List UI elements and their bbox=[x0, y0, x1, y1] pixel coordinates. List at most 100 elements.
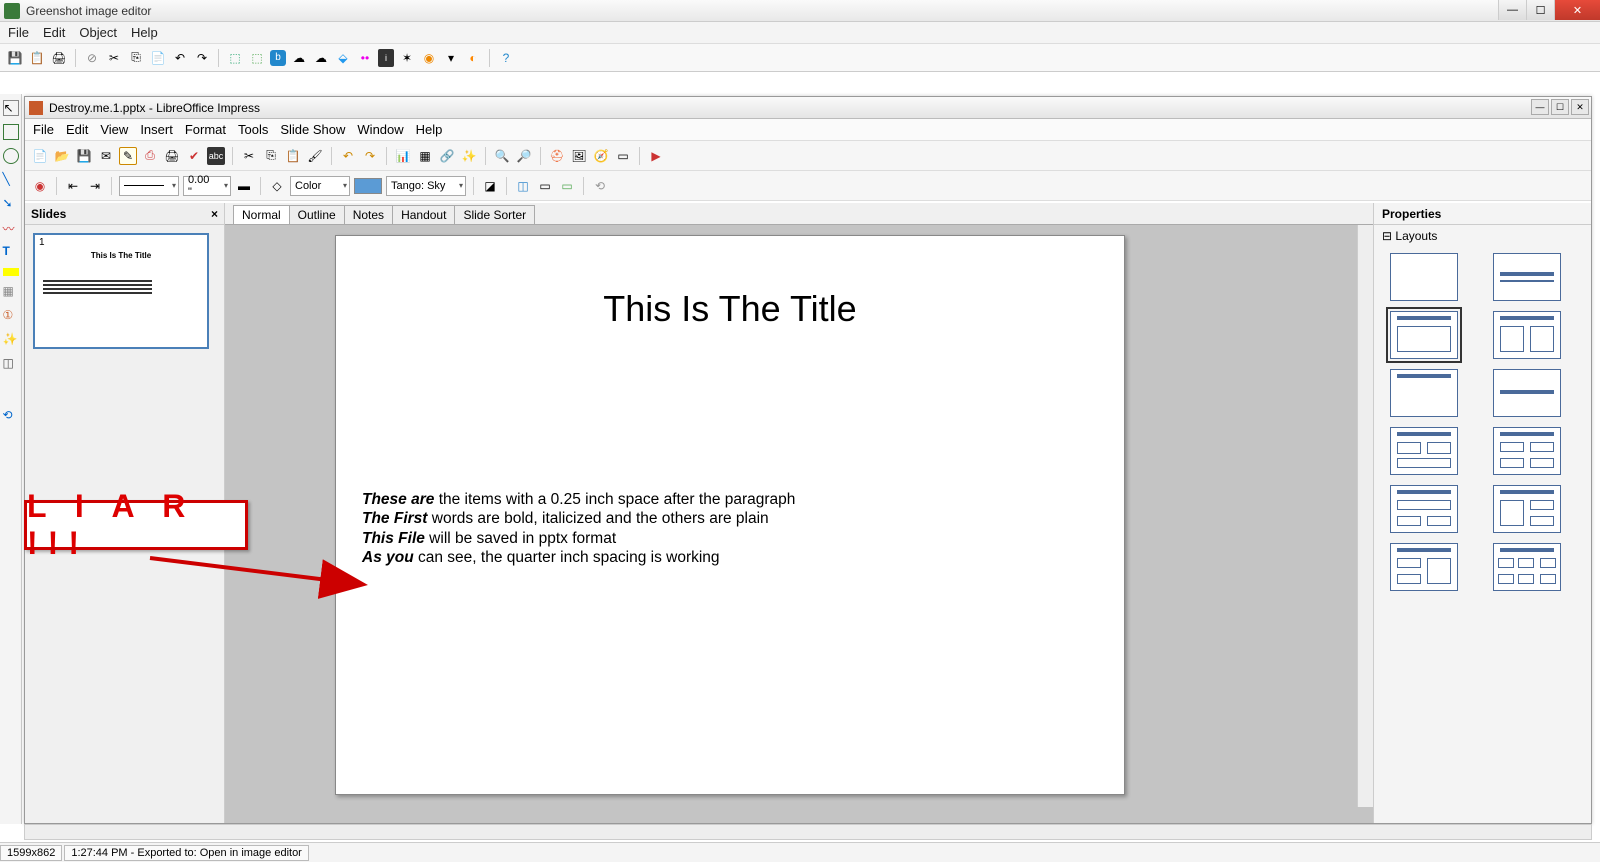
inner-maximize-button[interactable]: ☐ bbox=[1551, 99, 1569, 115]
slide-body-text[interactable]: These are the items with a 0.25 inch spa… bbox=[362, 490, 1098, 568]
layout-blank[interactable] bbox=[1390, 253, 1458, 301]
menu-tools[interactable]: Tools bbox=[238, 122, 268, 137]
tab-slide-sorter[interactable]: Slide Sorter bbox=[454, 205, 535, 224]
help-icon[interactable]: ⛑ bbox=[548, 147, 566, 165]
line-tool-icon[interactable]: ╲ bbox=[3, 172, 19, 188]
slide-thumbnail-1[interactable]: 1 This Is The Title bbox=[33, 233, 209, 349]
inner-minimize-button[interactable]: — bbox=[1531, 99, 1549, 115]
close-button[interactable]: ✕ bbox=[1554, 0, 1600, 20]
color-type-dropdown[interactable]: Color bbox=[290, 176, 350, 196]
menu-object[interactable]: Object bbox=[79, 25, 117, 40]
color-swatch[interactable] bbox=[354, 178, 382, 194]
gallery-icon[interactable]: 🖼 bbox=[570, 147, 588, 165]
save-icon[interactable]: 💾 bbox=[6, 49, 24, 67]
layouts-section-header[interactable]: ⊟ Layouts bbox=[1374, 225, 1591, 247]
chart-icon[interactable]: 📊 bbox=[394, 147, 412, 165]
format-paintbrush-icon[interactable]: 🖌 bbox=[306, 147, 324, 165]
color-name-dropdown[interactable]: Tango: Sky bbox=[386, 176, 466, 196]
effects-tool-icon[interactable]: ✨ bbox=[3, 332, 19, 348]
canvas-viewport[interactable]: This Is The Title These are the items wi… bbox=[225, 225, 1373, 823]
crop-tool-icon[interactable]: ◫ bbox=[3, 356, 19, 372]
cut-icon[interactable]: ✂ bbox=[240, 147, 258, 165]
print-icon[interactable]: 🖨 bbox=[163, 147, 181, 165]
clipboard-icon[interactable]: 📋 bbox=[28, 49, 46, 67]
layout-centered[interactable] bbox=[1493, 369, 1561, 417]
pointer-tool-icon[interactable]: ↖ bbox=[3, 100, 19, 116]
table-icon[interactable]: ▦ bbox=[416, 147, 434, 165]
menu-format[interactable]: Format bbox=[185, 122, 226, 137]
zoom-page-icon[interactable]: 🔎 bbox=[515, 147, 533, 165]
maximize-button[interactable]: ☐ bbox=[1526, 0, 1554, 20]
new-icon[interactable]: 📄 bbox=[31, 147, 49, 165]
arrow-tool-icon[interactable]: ➘ bbox=[3, 196, 19, 212]
email-icon[interactable]: ✉ bbox=[97, 147, 115, 165]
menu-edit[interactable]: Edit bbox=[43, 25, 65, 40]
menu-edit[interactable]: Edit bbox=[66, 122, 88, 137]
imgur-icon[interactable]: i bbox=[378, 49, 394, 67]
ellipse-tool-icon[interactable] bbox=[3, 148, 19, 164]
layout-grid[interactable] bbox=[1493, 427, 1561, 475]
tab-handout[interactable]: Handout bbox=[392, 205, 455, 224]
dropdown-icon[interactable]: ▾ bbox=[442, 49, 460, 67]
box-icon[interactable]: b bbox=[270, 50, 286, 66]
line-width-input[interactable]: 0.00 " bbox=[183, 176, 231, 196]
text-tool-icon[interactable]: T bbox=[3, 244, 19, 260]
navigator-icon[interactable]: 🧭 bbox=[592, 147, 610, 165]
layout-2x2[interactable] bbox=[1390, 427, 1458, 475]
slide-canvas[interactable]: This Is The Title These are the items wi… bbox=[335, 235, 1125, 795]
animation-icon[interactable]: ✨ bbox=[460, 147, 478, 165]
spellcheck-icon[interactable]: ✔ bbox=[185, 147, 203, 165]
copy-icon[interactable]: ⎘ bbox=[262, 147, 280, 165]
presentation-icon[interactable]: ▶ bbox=[647, 147, 665, 165]
arrange-icon[interactable]: ▭ bbox=[536, 177, 554, 195]
layout-six[interactable] bbox=[1493, 543, 1561, 591]
cloud-icon[interactable]: ☁ bbox=[312, 49, 330, 67]
zoom-icon[interactable]: 🔍 bbox=[493, 147, 511, 165]
menu-window[interactable]: Window bbox=[357, 122, 403, 137]
arrow-style-icon[interactable]: ⇥ bbox=[86, 177, 104, 195]
menu-file[interactable]: File bbox=[33, 122, 54, 137]
save-icon[interactable]: 💾 bbox=[75, 147, 93, 165]
cloud-icon[interactable]: ☁ bbox=[290, 49, 308, 67]
fill-icon[interactable]: ◇ bbox=[268, 177, 286, 195]
layout-title-content[interactable] bbox=[1390, 311, 1458, 359]
copy-icon[interactable]: ⎘ bbox=[127, 49, 145, 67]
layout-alt2[interactable] bbox=[1493, 485, 1561, 533]
freehand-tool-icon[interactable]: 〰 bbox=[3, 220, 19, 236]
menu-view[interactable]: View bbox=[100, 122, 128, 137]
highlight-tool-icon[interactable] bbox=[3, 268, 19, 276]
menu-insert[interactable]: Insert bbox=[140, 122, 173, 137]
menu-slideshow[interactable]: Slide Show bbox=[280, 122, 345, 137]
tab-outline[interactable]: Outline bbox=[289, 205, 345, 224]
minimize-button[interactable]: — bbox=[1498, 0, 1526, 20]
annotation-textbox[interactable]: L I A R !!! bbox=[24, 500, 248, 550]
counter-tool-icon[interactable]: ① bbox=[3, 308, 19, 324]
paste-icon[interactable]: 📋 bbox=[284, 147, 302, 165]
slide-icon[interactable]: ▭ bbox=[614, 147, 632, 165]
menu-help[interactable]: Help bbox=[416, 122, 443, 137]
undo-icon[interactable]: ↶ bbox=[171, 49, 189, 67]
open-icon[interactable]: 📂 bbox=[53, 147, 71, 165]
inner-close-button[interactable]: ✕ bbox=[1571, 99, 1589, 115]
pdf-icon[interactable]: ⎙ bbox=[141, 147, 159, 165]
jira-icon[interactable]: ✶ bbox=[398, 49, 416, 67]
line-style-dropdown[interactable] bbox=[119, 176, 179, 196]
redo-icon[interactable]: ↷ bbox=[193, 49, 211, 67]
layout-title[interactable] bbox=[1493, 253, 1561, 301]
layout-two-content[interactable] bbox=[1493, 311, 1561, 359]
horizontal-scrollbar[interactable] bbox=[24, 824, 1592, 840]
align-icon[interactable]: ◫ bbox=[514, 177, 532, 195]
spellcheck-auto-icon[interactable]: abc bbox=[207, 147, 225, 165]
vertical-scrollbar[interactable] bbox=[1357, 225, 1373, 807]
rect-tool-icon[interactable] bbox=[3, 124, 19, 140]
layout-alt3[interactable] bbox=[1390, 543, 1458, 591]
shadow-icon[interactable]: ◪ bbox=[481, 177, 499, 195]
paste-icon[interactable]: 📄 bbox=[149, 49, 167, 67]
arrange-icon[interactable]: ▭ bbox=[558, 177, 576, 195]
interaction-icon[interactable]: ⟲ bbox=[591, 177, 609, 195]
close-panel-icon[interactable]: × bbox=[211, 207, 218, 221]
plugin-icon[interactable]: ⬚ bbox=[248, 49, 266, 67]
object-icon[interactable]: ◉ bbox=[31, 177, 49, 195]
undo-icon[interactable]: ↶ bbox=[339, 147, 357, 165]
plugin-icon[interactable]: ◐ bbox=[464, 49, 482, 67]
